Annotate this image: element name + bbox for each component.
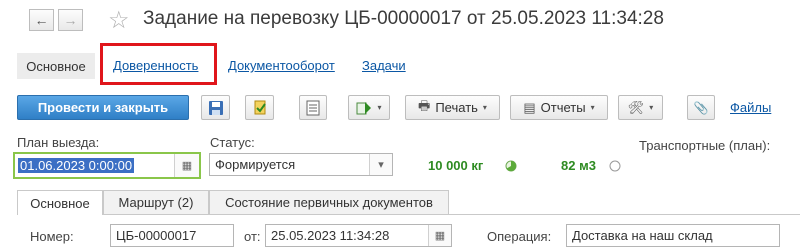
reports-label: Отчеты [540,100,586,115]
create-based-on-button[interactable]: ▾ [348,95,390,120]
post-document-icon [254,100,266,114]
inner-tab-primary-docs[interactable]: Состояние первичных документов [209,190,449,214]
list-button[interactable] [299,95,327,120]
reports-button[interactable]: ▤ Отчеты ▾ [510,95,608,120]
calendar-icon[interactable]: ▦ [428,225,451,246]
chevron-down-icon: ▾ [482,103,487,112]
print-label: Печать [435,100,478,115]
paperclip-icon: 📎 [693,100,709,115]
printer-icon: 🖶 [418,97,431,113]
volume-value: 82 м3 [561,158,596,173]
inner-tab-main[interactable]: Основное [17,190,103,215]
departure-plan-label: План выезда: [17,135,100,150]
operation-label: Операция: [487,229,552,244]
status-select[interactable]: Формируется ▾ [209,153,393,176]
settings-button[interactable]: 🛠 ▾ [618,95,663,120]
list-icon [306,100,320,115]
weight-value: 10 000 кг [428,158,484,173]
tab-main[interactable]: Основное [17,53,95,79]
post-and-close-label: Провести и закрыть [37,100,169,115]
back-button[interactable]: ← [29,9,54,31]
inner-tab-main-label: Основное [30,195,90,211]
operation-field[interactable]: Доставка на наш склад [566,224,780,247]
window-title: Задание на перевозку ЦБ-00000017 от 25.0… [143,8,664,29]
reports-icon: ▤ [523,99,536,115]
arrow-right-icon: → [63,12,78,28]
print-button[interactable]: 🖶 Печать ▾ [405,95,500,120]
weight-indicator-icon [505,160,517,172]
inner-tab-primary-docs-label: Состояние первичных документов [225,195,433,210]
from-label: от: [244,229,261,244]
number-label: Номер: [30,229,74,244]
save-button[interactable] [201,95,230,120]
operation-value: Доставка на наш склад [572,228,713,243]
attach-button[interactable]: 📎 [687,95,715,120]
departure-plan-field[interactable]: 01.06.2023 0:00:00 ▦ [13,152,201,179]
from-date-field[interactable]: 25.05.2023 11:34:28 ▦ [265,224,452,247]
transport-plan-label: Транспортные (план): [639,138,771,153]
tab-tasks[interactable]: Задачи [362,58,406,73]
calendar-icon[interactable]: ▦ [174,154,199,177]
inner-tab-route-label: Маршрут (2) [118,195,194,210]
chevron-down-icon[interactable]: ▾ [369,154,392,175]
arrow-left-icon: ← [34,12,49,28]
volume-indicator-icon [609,160,621,172]
favorite-star-icon[interactable]: ☆ [108,6,130,35]
highlight-box [100,43,217,85]
chevron-down-icon: ▾ [377,103,382,112]
tab-main-label: Основное [26,58,86,74]
tab-document-flow[interactable]: Документооборот [228,58,335,73]
post-button[interactable] [245,95,274,120]
tabs-divider [17,214,800,215]
inner-tab-route[interactable]: Маршрут (2) [103,190,209,214]
forward-button[interactable]: → [58,9,83,31]
from-date-value: 25.05.2023 11:34:28 [271,228,390,243]
tools-icon: 🛠 [627,99,645,115]
status-label: Статус: [210,135,255,150]
chevron-down-icon: ▾ [649,103,654,112]
create-based-on-icon [356,101,372,114]
save-icon [208,100,223,115]
departure-plan-value: 01.06.2023 0:00:00 [18,158,135,173]
files-link[interactable]: Файлы [730,100,771,115]
number-field[interactable]: ЦБ-00000017 [110,224,234,247]
post-and-close-button[interactable]: Провести и закрыть [17,95,189,120]
chevron-down-icon: ▾ [590,103,595,112]
number-value: ЦБ-00000017 [116,228,197,243]
status-value: Формируется [215,157,296,172]
